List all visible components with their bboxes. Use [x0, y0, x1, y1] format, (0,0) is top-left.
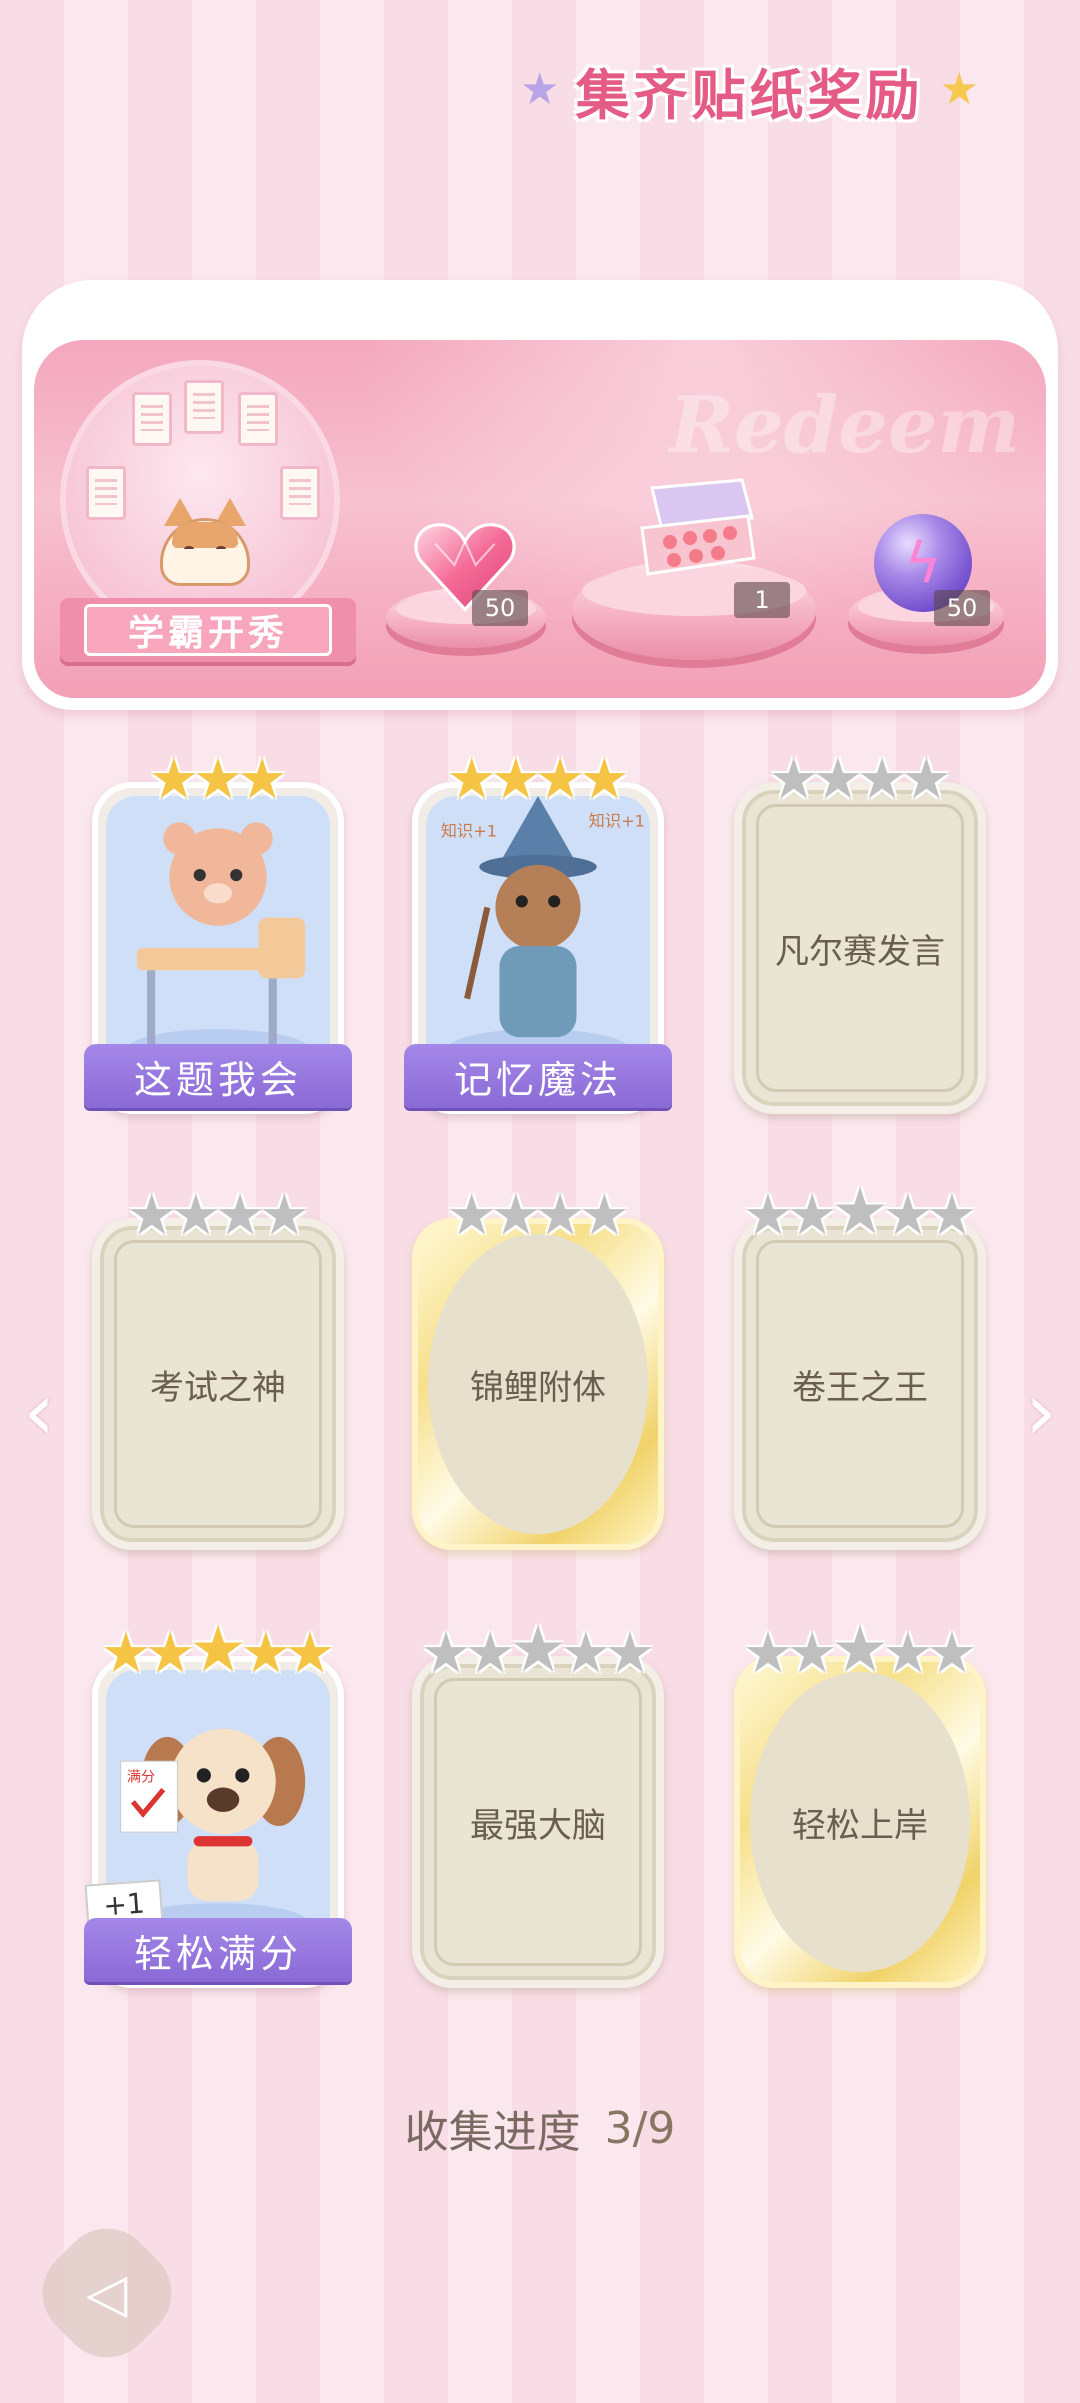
star-filled-icon: ★ [148, 747, 199, 812]
star-filled-icon: ★ [240, 1621, 291, 1686]
chevron-right-icon[interactable]: › [1016, 1372, 1066, 1452]
paper-icon [280, 466, 320, 520]
star-rating: ★ ★ ★ ★ [412, 748, 664, 808]
star-filled-icon: ★ [446, 747, 497, 812]
progress-value: 3/9 [604, 2102, 676, 2154]
sticker-name: 考试之神 [150, 1367, 286, 1408]
star-decoration-icon: ★ [520, 64, 560, 115]
art-text: 知识+1 [589, 811, 645, 830]
star-filled-icon: ★ [535, 747, 586, 812]
banner-watermark: Redeem [669, 380, 1020, 471]
sticker-card[interactable]: ★ ★ ★ 这题我会 [84, 752, 352, 1114]
sticker-name: 卷王之王 [792, 1367, 928, 1408]
sticker-card[interactable]: ★ ★ ★ ★ 凡尔赛发言 [734, 752, 986, 1114]
avatar-ribbon: 学霸开秀 [60, 598, 356, 662]
sticker-name: 凡尔赛发言 [775, 931, 945, 972]
gift-box-icon[interactable] [632, 478, 758, 588]
collection-progress: 收集进度 3/9 [0, 2098, 1080, 2159]
paper-icon [132, 392, 172, 446]
star-filled-icon: ★ [284, 1621, 336, 1686]
banner-title-group: ★ 集齐贴纸奖励 ★ [520, 50, 979, 130]
progress-label: 收集进度 [404, 2107, 581, 2158]
cat-mascot-icon [150, 488, 260, 588]
star-filled-icon: ★ [490, 747, 541, 812]
paper-icon [184, 380, 224, 434]
sticker-name: 轻松满分 [84, 1918, 352, 1982]
sticker-name: 锦鲤附体 [470, 1367, 606, 1408]
star-filled-icon: ★ [100, 1621, 152, 1686]
art-text: 满分 [127, 1769, 155, 1785]
sticker-card[interactable]: 知识+1 知识+1 ★ ★ ★ ★ 记忆魔法 [404, 752, 672, 1114]
sticker-name: 记忆魔法 [404, 1044, 672, 1108]
back-button[interactable]: ◁ [23, 2209, 191, 2377]
art-text: 知识+1 [441, 822, 497, 841]
star-rating: ★ ★ ★ [92, 748, 344, 808]
sticker-card[interactable]: ★ ★ ★ ★ 锦鲤附体 [412, 1188, 664, 1550]
sticker-name: 轻松上岸 [792, 1805, 928, 1846]
sticker-card[interactable]: 满分 ★ ★ ★ ★ ★ +1 轻松满分 [84, 1618, 352, 1988]
star-rating: ★ ★ ★ ★ ★ [92, 1618, 344, 1686]
star-filled-icon: ★ [237, 747, 288, 812]
paper-icon [238, 392, 278, 446]
avatar-label: 学霸开秀 [84, 604, 332, 656]
back-arrow-icon: ◁ [86, 2261, 128, 2325]
sticker-card[interactable]: ★ ★ ★ ★ 考试之神 [92, 1188, 344, 1550]
chevron-left-icon[interactable]: ‹ [14, 1372, 64, 1452]
star-decoration-icon: ★ [939, 64, 979, 115]
paper-icon [86, 466, 126, 520]
sticker-card[interactable]: ★ ★ ★ ★ ★ 轻松上岸 [734, 1618, 986, 1988]
star-filled-icon: ★ [145, 1621, 196, 1686]
sticker-name: 最强大脑 [470, 1805, 606, 1846]
reward-count: 1 [734, 582, 790, 618]
sticker-card[interactable]: ★ ★ ★ ★ ★ 最强大脑 [412, 1618, 664, 1988]
sticker-card[interactable]: ★ ★ ★ ★ ★ 卷王之王 [734, 1180, 986, 1550]
reward-count: 50 [472, 590, 528, 626]
reward-count: 50 [934, 590, 990, 626]
sticker-name: 这题我会 [84, 1044, 352, 1108]
star-filled-icon: ★ [192, 747, 244, 812]
banner-title: 集齐贴纸奖励 [575, 63, 924, 127]
star-filled-icon: ★ [579, 747, 630, 812]
star-filled-icon: ★ [189, 1613, 247, 1687]
